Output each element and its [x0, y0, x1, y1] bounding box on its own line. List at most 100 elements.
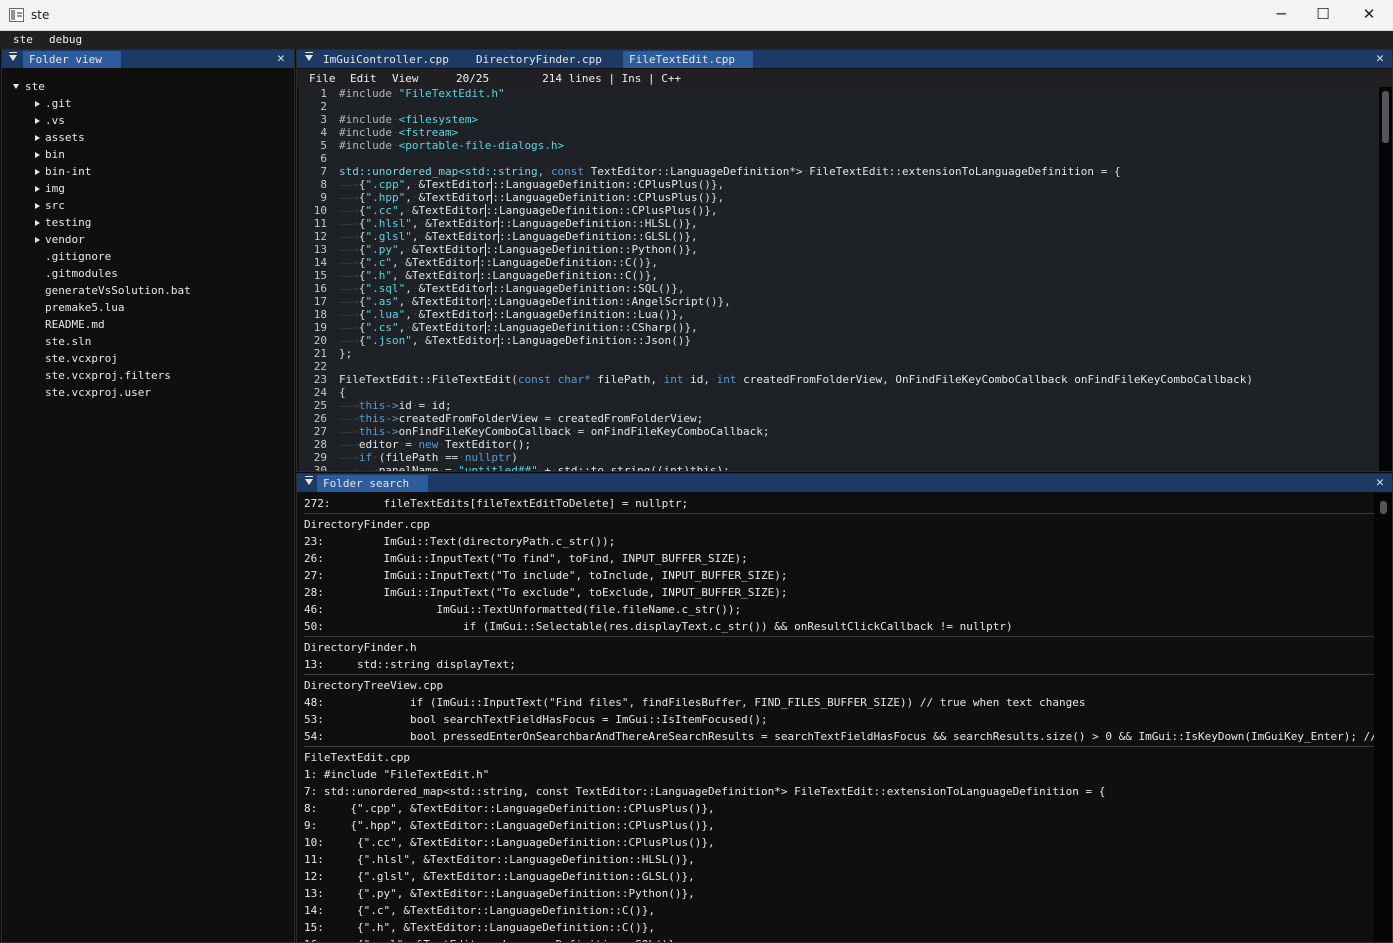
panel-menu-icon[interactable] [305, 476, 313, 485]
tree-file-item[interactable]: ste.vcxproj.filters [45, 369, 171, 386]
caret-right-icon [35, 101, 40, 107]
menu-bar: ste debug [0, 31, 1393, 49]
result-line[interactable]: 272: fileTextEdits[fileTextEditToDelete]… [304, 495, 688, 512]
result-line[interactable]: 23: ImGui::Text(directoryPath.c_str()); [304, 533, 615, 550]
app-icon [9, 8, 24, 22]
editor-scrollbar[interactable] [1379, 87, 1392, 471]
tab-directoryfinder[interactable]: DirectoryFinder.cpp [470, 51, 608, 68]
tab-folder-search[interactable]: Folder search [317, 475, 428, 492]
result-line[interactable]: 13: {".py", &TextEditor::LanguageDefinit… [304, 885, 695, 902]
result-line[interactable]: 54: bool pressedEnterOnSearchbarAndThere… [304, 728, 1374, 745]
tree-file-item[interactable]: .gitmodules [45, 267, 118, 284]
caret-down-icon [13, 84, 19, 89]
line-number: 6 [320, 152, 327, 165]
close-icon[interactable]: ✕ [1376, 475, 1384, 490]
result-file-header: FileTextEdit.cpp [304, 751, 410, 764]
line-number: 5 [320, 139, 327, 152]
caret-right-icon [35, 135, 40, 141]
tree-folder-item[interactable]: bin-int [35, 165, 91, 182]
caret-right-icon [35, 152, 40, 158]
result-line[interactable]: 8: {".cpp", &TextEditor::LanguageDefinit… [304, 800, 715, 817]
line-number: 13 [313, 243, 327, 256]
tree-folder-item[interactable]: testing [35, 216, 91, 233]
result-line[interactable]: 16: {".sql", &TextEditor::LanguageDefini… [304, 936, 682, 942]
tree-file-item[interactable]: .gitignore [45, 250, 111, 267]
editor-menu-view[interactable]: View [392, 72, 419, 85]
close-icon[interactable]: ✕ [1376, 51, 1384, 66]
maximize-button[interactable]: ☐ [1300, 0, 1346, 31]
line-text: #include·<filesystem> [339, 113, 479, 126]
result-line[interactable]: 14: {".c", &TextEditor::LanguageDefiniti… [304, 902, 655, 919]
panel-menu-icon[interactable] [305, 52, 313, 61]
line-number: 4 [320, 126, 327, 139]
caret-right-icon [35, 118, 40, 124]
editor-scrollbar-thumb[interactable] [1382, 91, 1389, 143]
close-icon[interactable]: ✕ [277, 51, 285, 66]
tree-file-item[interactable]: ste.vcxproj [45, 352, 118, 369]
result-line[interactable]: 50: if (ImGui::Selectable(res.displayTex… [304, 618, 1013, 635]
result-separator [304, 636, 1374, 637]
editor-menu-edit[interactable]: Edit [350, 72, 377, 85]
caret-right-icon [35, 237, 40, 243]
tree-folder-item[interactable]: assets [35, 131, 85, 148]
tree-folder-item[interactable]: .git [35, 97, 72, 114]
line-number: 24 [313, 386, 327, 399]
caret-right-icon [35, 220, 40, 226]
menu-ste[interactable]: ste [13, 33, 33, 46]
tab-filetextedit[interactable]: FileTextEdit.cpp [623, 51, 753, 68]
result-line[interactable]: 7: std::unordered_map<std::string, const… [304, 783, 1105, 800]
line-text: ——→{".hlsl",·&TextEditor::LanguageDefini… [339, 217, 698, 230]
caret-right-icon [35, 186, 40, 192]
result-line[interactable]: 27: ImGui::InputText("To include", toInc… [304, 567, 787, 584]
result-line[interactable]: 28: ImGui::InputText("To exclude", toExc… [304, 584, 787, 601]
search-scrollbar-thumb[interactable] [1380, 501, 1387, 514]
result-line[interactable]: 26: ImGui::InputText("To find", toFind, … [304, 550, 748, 567]
line-text: #include·"FileTextEdit.h" [339, 87, 505, 100]
tree-file-item[interactable]: README.md [45, 318, 105, 335]
result-line[interactable]: 9: {".hpp", &TextEditor::LanguageDefinit… [304, 817, 715, 834]
tree-folder-item[interactable]: .vs [35, 114, 65, 131]
result-line[interactable]: 15: {".h", &TextEditor::LanguageDefiniti… [304, 919, 655, 936]
line-text: ——→this->onFindFileKeyComboCallback·=·on… [339, 425, 770, 438]
search-results: 272: fileTextEdits[fileTextEditToDelete]… [304, 493, 1374, 942]
result-line[interactable]: 46: ImGui::TextUnformatted(file.fileName… [304, 601, 741, 618]
tree-folder-item[interactable]: src [35, 199, 65, 216]
code-editor[interactable]: 1 #include·"FileTextEdit.h" 2 3 #include·<fi… [299, 87, 1379, 471]
tree-folder-item[interactable]: vendor [35, 233, 85, 250]
result-line[interactable]: 11: {".hlsl", &TextEditor::LanguageDefin… [304, 851, 695, 868]
tree-item-label: bin [45, 148, 65, 161]
line-text: ——→{".sql",·&TextEditor::LanguageDefinit… [339, 282, 685, 295]
line-text: ——→——→panelName·=·"untitled##"·+·std::to… [339, 464, 730, 471]
editor-status: 20/25 214 lines | Ins | C++ [456, 72, 682, 85]
result-line[interactable]: 12: {".glsl", &TextEditor::LanguageDefin… [304, 868, 695, 885]
tab-folder-view[interactable]: Folder view [23, 51, 121, 68]
panel-menu-icon[interactable] [9, 52, 17, 61]
tree-root-ste[interactable]: ste [13, 80, 45, 97]
caret-right-icon [35, 203, 40, 209]
line-number: 30 [313, 464, 327, 471]
editor-menu-file[interactable]: File [309, 72, 336, 85]
tree-file-item[interactable]: ste.sln [45, 335, 91, 352]
tree-file-item[interactable]: generateVsSolution.bat [45, 284, 191, 301]
line-text: ——→{".glsl",·&TextEditor::LanguageDefini… [339, 230, 698, 243]
result-line[interactable]: 48: if (ImGui::InputText("Find files", f… [304, 694, 1085, 711]
result-line[interactable]: 1: #include "FileTextEdit.h" [304, 766, 489, 783]
line-text: ——→{".as",·&TextEditor::LanguageDefiniti… [339, 295, 731, 308]
result-line[interactable]: 10: {".cc", &TextEditor::LanguageDefinit… [304, 834, 715, 851]
result-line[interactable]: 53: bool searchTextFieldHasFocus = ImGui… [304, 711, 768, 728]
tab-imguicontroller[interactable]: ImGuiController.cpp [317, 51, 455, 68]
line-number: 15 [313, 269, 327, 282]
line-text: ——→{".json",·&TextEditor::LanguageDefini… [339, 334, 692, 347]
line-text: #include·<portable-file-dialogs.h> [339, 139, 565, 152]
line-number: 22 [313, 360, 327, 373]
tree-file-item[interactable]: ste.vcxproj.user [45, 386, 151, 403]
tree-folder-item[interactable]: bin [35, 148, 65, 165]
search-scrollbar[interactable] [1374, 493, 1392, 942]
tree-file-item[interactable]: premake5.lua [45, 301, 124, 318]
line-number: 28 [313, 438, 327, 451]
tree-folder-item[interactable]: img [35, 182, 65, 199]
minimize-button[interactable]: ─ [1258, 0, 1304, 31]
result-line[interactable]: 13: std::string displayText; [304, 656, 516, 673]
menu-debug[interactable]: debug [49, 33, 82, 46]
close-window-button[interactable]: ✕ [1346, 0, 1392, 31]
